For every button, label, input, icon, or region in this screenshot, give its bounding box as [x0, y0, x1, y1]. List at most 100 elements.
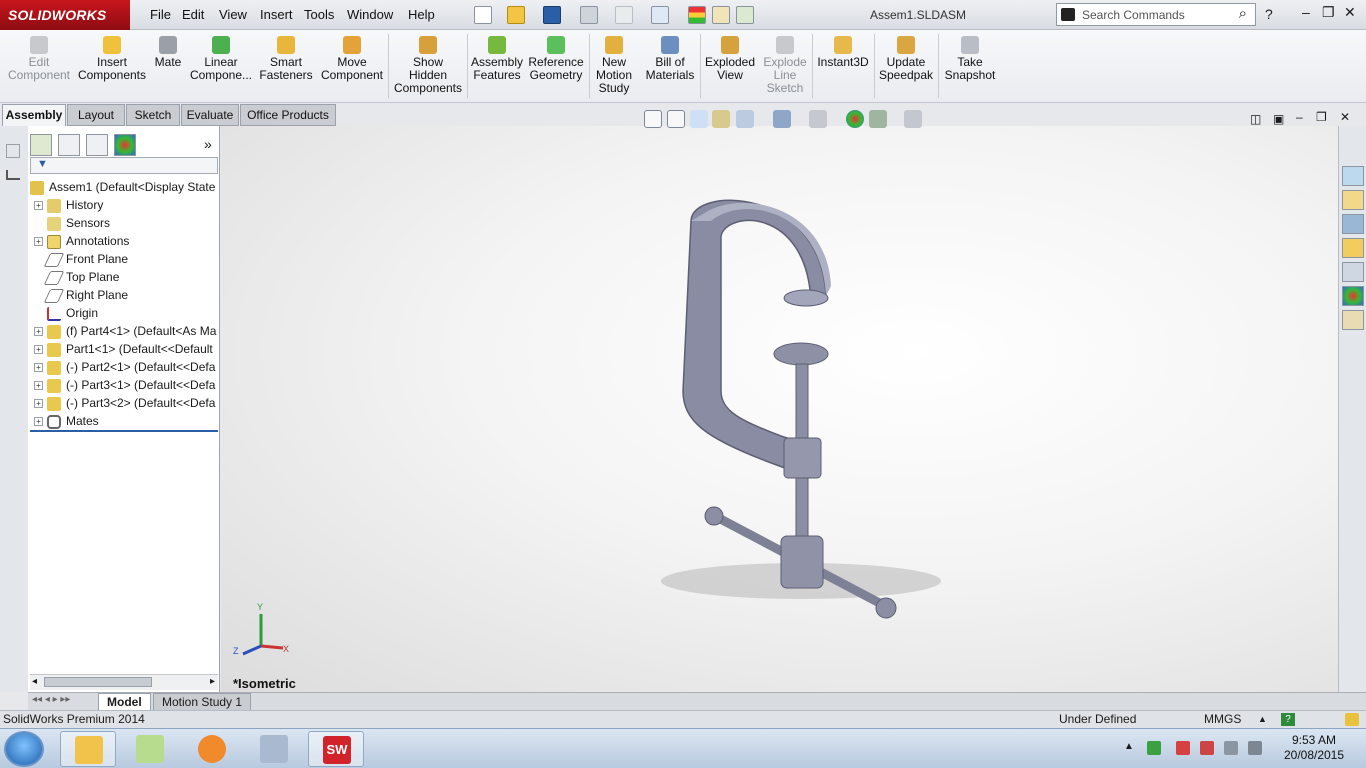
tray-volume-icon[interactable]: [1248, 741, 1262, 755]
tab-evaluate[interactable]: Evaluate: [181, 104, 239, 126]
bill-of-materials-button[interactable]: Bill of Materials: [642, 34, 698, 82]
graphics-area[interactable]: Y X Z: [221, 126, 1338, 692]
move-component-button[interactable]: Move Component: [318, 34, 386, 82]
c-clamp-model[interactable]: Y X Z: [221, 126, 1338, 692]
tab-motion-study-1[interactable]: Motion Study 1: [153, 693, 252, 711]
view-palette-icon[interactable]: [1342, 238, 1364, 258]
new-motion-study-button[interactable]: New Motion Study: [592, 34, 636, 95]
search-icon[interactable]: ⌕: [1239, 5, 1247, 22]
linear-pattern-button[interactable]: Linear Compone...: [188, 34, 254, 82]
restore-window-icon[interactable]: ❐: [1322, 4, 1335, 21]
taskbar-sticky-notes[interactable]: [122, 731, 178, 767]
tree-item-history[interactable]: + History: [34, 196, 220, 214]
scrollbar-thumb[interactable]: [44, 677, 152, 687]
take-snapshot-button[interactable]: Take Snapshot: [940, 34, 1000, 82]
select-pointer-icon[interactable]: [651, 6, 669, 24]
expand-icon[interactable]: +: [34, 381, 43, 391]
rebuild-status-icon[interactable]: [1345, 713, 1359, 726]
rebuild-traffic-light-icon[interactable]: [688, 6, 706, 24]
tab-assembly[interactable]: Assembly: [2, 104, 66, 126]
scroll-left-icon[interactable]: ◂: [32, 676, 37, 687]
zoom-to-fit-icon[interactable]: [644, 110, 662, 128]
display-style-icon[interactable]: [773, 110, 791, 128]
tray-update-icon[interactable]: [1200, 741, 1214, 755]
explode-line-sketch-button[interactable]: Explode Line Sketch: [760, 34, 810, 95]
viewport-close-icon[interactable]: ✕: [1340, 110, 1350, 124]
viewport-single-icon[interactable]: ▣: [1273, 112, 1284, 126]
taskbar-clock[interactable]: 9:53 AM 20/08/2015: [1274, 733, 1354, 763]
custom-properties-icon[interactable]: [1342, 310, 1364, 330]
tree-item-front-plane[interactable]: Front Plane: [34, 250, 220, 268]
search-commands-input[interactable]: Search Commands ⌕: [1056, 3, 1256, 26]
tree-item-part3-2[interactable]: + (-) Part3<2> (Default<<Defa: [34, 394, 220, 412]
tray-flag-icon[interactable]: [1176, 741, 1190, 755]
display-manager-tab-icon[interactable]: [114, 134, 136, 156]
expand-icon[interactable]: +: [34, 201, 43, 211]
reference-geometry-button[interactable]: Reference Geometry: [526, 34, 586, 82]
menu-window[interactable]: Window: [347, 7, 393, 22]
tab-office-products[interactable]: Office Products: [240, 104, 336, 126]
tree-item-sensors[interactable]: Sensors: [34, 214, 220, 232]
tree-item-annotations[interactable]: + Annotations: [34, 232, 220, 250]
design-library-icon[interactable]: [1342, 190, 1364, 210]
show-hidden-components-button[interactable]: Show Hidden Components: [392, 34, 464, 95]
tree-item-origin[interactable]: Origin: [34, 304, 220, 322]
undo-icon[interactable]: [615, 6, 633, 24]
print-icon[interactable]: [580, 6, 598, 24]
expand-icon[interactable]: +: [34, 327, 43, 337]
expand-icon[interactable]: +: [34, 237, 43, 247]
configuration-manager-tab-icon[interactable]: [86, 134, 108, 156]
tab-model[interactable]: Model: [98, 693, 151, 711]
file-explorer-icon[interactable]: [1342, 214, 1364, 234]
close-window-icon[interactable]: ✕: [1344, 4, 1356, 21]
scroll-right-icon[interactable]: ▸: [210, 676, 215, 687]
tree-item-part2-1[interactable]: + (-) Part2<1> (Default<<Defa: [34, 358, 220, 376]
tree-item-assembly[interactable]: Assem1 (Default<Display State-: [30, 178, 216, 196]
expand-panel-icon[interactable]: »: [204, 136, 212, 152]
sketch-tool-icon[interactable]: [6, 144, 20, 158]
insert-components-button[interactable]: Insert Components: [76, 34, 148, 82]
taskbar-explorer[interactable]: [60, 731, 116, 767]
menu-edit[interactable]: Edit: [182, 7, 204, 22]
view-orientation-icon[interactable]: [736, 110, 754, 128]
menu-insert[interactable]: Insert: [260, 7, 293, 22]
instant3d-button[interactable]: Instant3D: [814, 34, 872, 69]
mate-button[interactable]: Mate: [150, 34, 186, 69]
minimize-window-icon[interactable]: –: [1302, 4, 1310, 20]
apply-scene-icon[interactable]: [869, 110, 887, 128]
help-icon[interactable]: ?: [1265, 6, 1273, 22]
tray-network-icon[interactable]: [1224, 741, 1238, 755]
update-speedpak-button[interactable]: Update Speedpak: [876, 34, 936, 82]
expand-icon[interactable]: +: [34, 417, 43, 427]
tab-sketch[interactable]: Sketch: [126, 104, 180, 126]
viewport-minimize-icon[interactable]: –: [1296, 110, 1303, 124]
feature-manager-tab-icon[interactable]: [30, 134, 52, 156]
tree-item-mates[interactable]: + Mates: [34, 412, 220, 430]
edit-appearance-icon[interactable]: [846, 110, 864, 128]
file-properties-icon[interactable]: [712, 6, 730, 24]
previous-view-icon[interactable]: [690, 110, 708, 128]
solidworks-resources-icon[interactable]: [1342, 166, 1364, 186]
section-view-icon[interactable]: [712, 110, 730, 128]
taskbar-solidworks[interactable]: SW: [308, 731, 364, 767]
new-document-icon[interactable]: [474, 6, 492, 24]
property-manager-tab-icon[interactable]: [58, 134, 80, 156]
assembly-features-button[interactable]: Assembly Features: [470, 34, 524, 82]
tree-item-top-plane[interactable]: Top Plane: [34, 268, 220, 286]
viewport-restore-icon[interactable]: ❐: [1316, 110, 1327, 124]
view-settings-icon[interactable]: [904, 110, 922, 128]
help-status-icon[interactable]: ?: [1281, 713, 1295, 726]
taskbar-calculator[interactable]: [246, 731, 302, 767]
tree-item-part4-1[interactable]: + (f) Part4<1> (Default<As Ma: [34, 322, 220, 340]
expand-icon[interactable]: +: [34, 399, 43, 409]
exploded-view-button[interactable]: Exploded View: [702, 34, 758, 82]
edit-component-button[interactable]: Edit Component: [4, 34, 74, 82]
menu-file[interactable]: File: [150, 7, 171, 22]
rollback-bar[interactable]: [30, 430, 218, 432]
taskbar-media-player[interactable]: [184, 731, 240, 767]
hide-show-items-icon[interactable]: [809, 110, 827, 128]
appearances-scenes-icon[interactable]: [1342, 286, 1364, 306]
menu-view[interactable]: View: [219, 7, 247, 22]
tree-item-part3-1[interactable]: + (-) Part3<1> (Default<<Defa: [34, 376, 220, 394]
tab-layout[interactable]: Layout: [67, 104, 125, 126]
